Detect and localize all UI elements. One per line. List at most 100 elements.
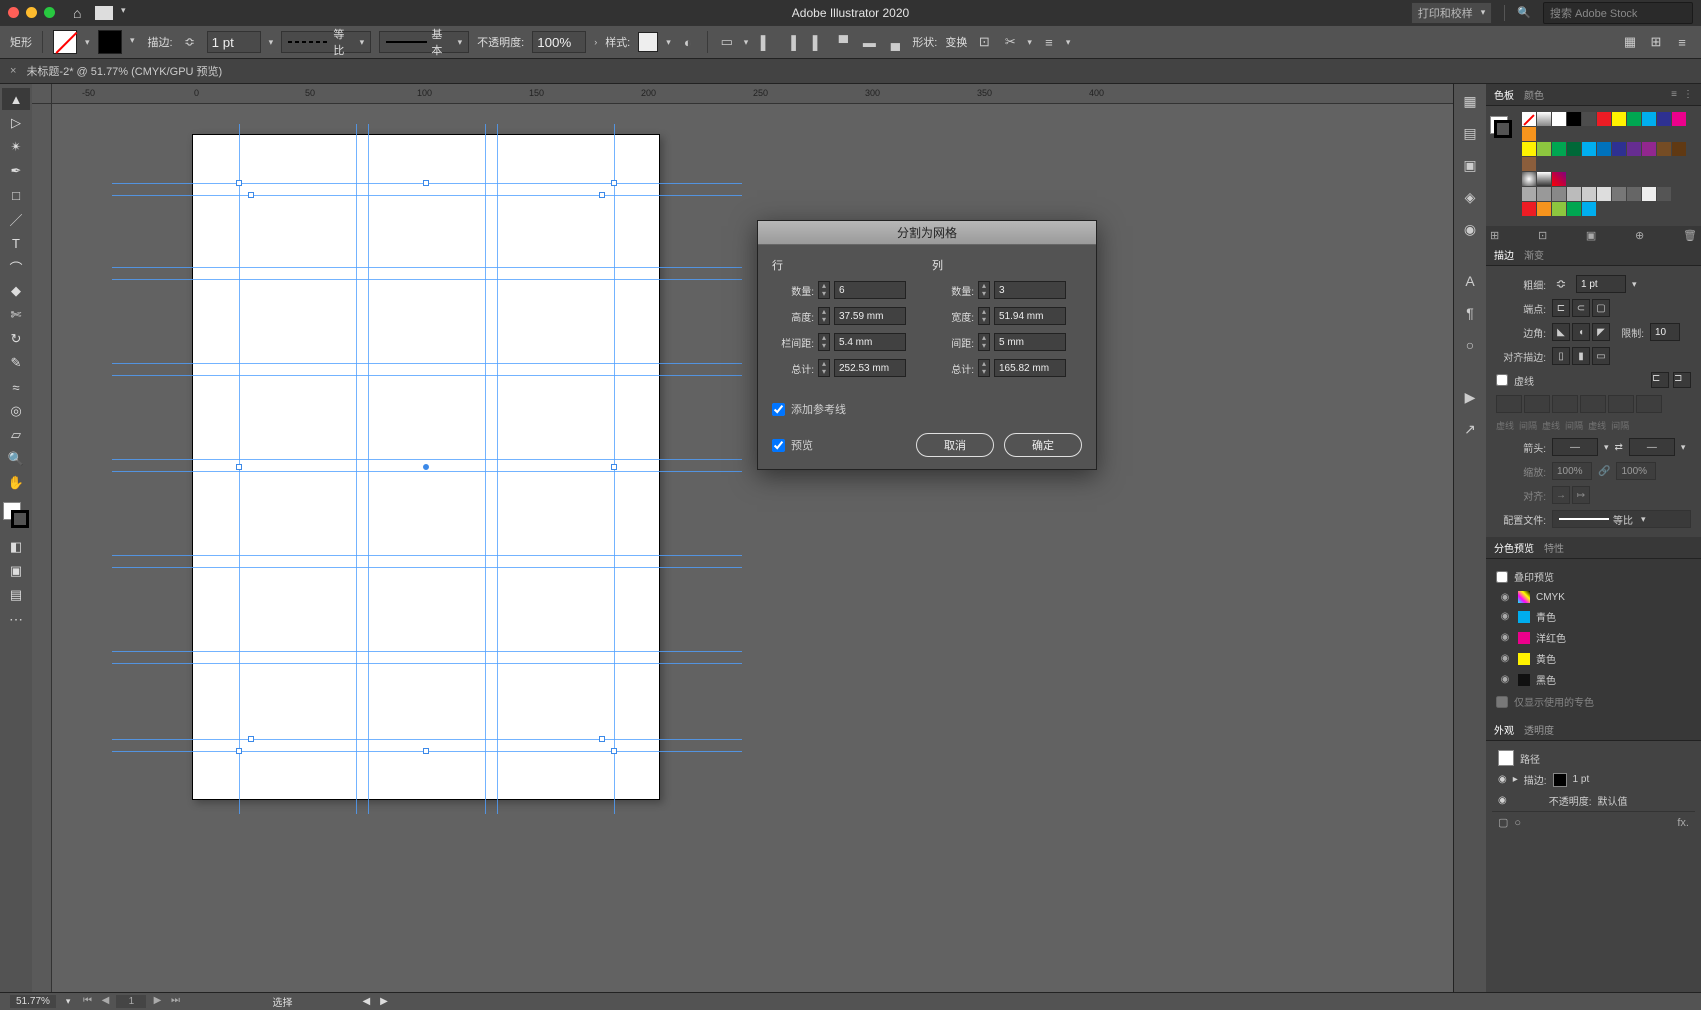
swatch[interactable] (1537, 112, 1551, 126)
cap-square[interactable]: ▢ (1592, 299, 1610, 317)
paragraph-icon[interactable]: ¶ (1461, 304, 1479, 322)
selection-tool[interactable]: ▲ (2, 88, 30, 110)
swatch[interactable] (1597, 112, 1611, 126)
align-hcenter-icon[interactable]: ▐ (782, 33, 800, 51)
cols-total-input[interactable] (994, 359, 1066, 377)
appearance-icon[interactable]: ◈ (1461, 188, 1479, 206)
rows-total-input[interactable] (834, 359, 906, 377)
libraries-icon[interactable]: ▣ (1461, 156, 1479, 174)
preview-checkbox[interactable] (772, 439, 785, 452)
zoom-tool[interactable]: 🔍 (2, 448, 30, 470)
type-tool[interactable]: T (2, 232, 30, 254)
swatch[interactable] (1657, 112, 1671, 126)
cols-gutter-input[interactable] (994, 333, 1066, 351)
stepper[interactable]: ▴▾ (978, 307, 990, 325)
canvas[interactable]: -50 0 50 100 150 200 250 300 350 400 (32, 84, 1453, 992)
crop-icon[interactable]: ✂ (1001, 33, 1019, 51)
stepper[interactable]: ▴▾ (818, 281, 830, 299)
swatch[interactable] (1612, 142, 1626, 156)
ruler-horizontal[interactable]: -50 0 50 100 150 200 250 300 350 400 (52, 84, 1453, 104)
print-proof-dropdown[interactable]: 打印和校样▾ (1411, 2, 1493, 24)
fill-swatch[interactable] (53, 30, 77, 54)
swatch[interactable] (1567, 112, 1581, 126)
tab-transparency[interactable]: 透明度 (1524, 722, 1554, 737)
tab-gradient[interactable]: 渐变 (1524, 247, 1544, 262)
close-tab-icon[interactable]: × (10, 65, 16, 77)
align-center[interactable]: ▯ (1552, 347, 1570, 365)
list-view-icon[interactable]: ≡ (1671, 89, 1677, 100)
fx-icon[interactable]: fx. (1677, 817, 1689, 829)
arrange-documents-icon[interactable] (95, 6, 113, 20)
play-icon[interactable]: ▶ (1461, 388, 1479, 406)
cols-width-input[interactable] (994, 307, 1066, 325)
recolor-icon[interactable]: ◐ (679, 33, 697, 51)
visibility-icon[interactable]: ◉ (1498, 774, 1507, 785)
rows-count-input[interactable] (834, 281, 906, 299)
stroke-profile-dropdown[interactable]: 等比▾ (281, 31, 371, 53)
snap-icon[interactable]: ⊞ (1647, 33, 1665, 51)
tab-swatches[interactable]: 色板 (1494, 87, 1514, 102)
visibility-icon[interactable]: ◉ (1498, 795, 1507, 806)
screen-mode-tool[interactable]: ▣ (2, 560, 30, 582)
artboard-number[interactable]: 1 (116, 995, 146, 1008)
align-icon[interactable]: ▭ (718, 33, 736, 51)
pen-tool[interactable]: ✒ (2, 160, 30, 182)
zoom-level[interactable]: 51.77% (10, 995, 56, 1008)
properties-icon[interactable]: ▦ (1461, 92, 1479, 110)
stepper[interactable]: ▴▾ (978, 281, 990, 299)
add-guides-checkbox[interactable] (772, 403, 785, 416)
swatch[interactable] (1627, 112, 1641, 126)
tab-attributes[interactable]: 特性 (1544, 540, 1564, 555)
join-miter[interactable]: ◣ (1552, 323, 1570, 341)
miter-limit-input[interactable] (1650, 323, 1680, 341)
swatches-panel[interactable] (1486, 106, 1701, 226)
rows-gutter-input[interactable] (834, 333, 906, 351)
swatch[interactable] (1582, 142, 1596, 156)
type-panel-icon[interactable]: A (1461, 272, 1479, 290)
brush-dropdown[interactable]: 基本▾ (379, 31, 469, 53)
cap-butt[interactable]: ⊏ (1552, 299, 1570, 317)
home-icon[interactable]: ⌂ (73, 5, 81, 21)
profile-dropdown[interactable]: 等比▾ (1552, 510, 1691, 528)
first-artboard-icon[interactable]: ⏮ (80, 995, 94, 1008)
nav-left-icon[interactable]: ◀ (362, 996, 370, 1007)
swatch[interactable] (1552, 172, 1566, 186)
swatch[interactable] (1537, 172, 1551, 186)
align-inside[interactable]: ▮ (1572, 347, 1590, 365)
align-left-icon[interactable]: ▌ (756, 33, 774, 51)
eyedropper-tool[interactable]: ✎ (2, 352, 30, 374)
draw-mode-tool[interactable]: ▤ (2, 584, 30, 606)
stroke-weight-input[interactable] (207, 31, 261, 53)
last-artboard-icon[interactable]: ⏭ (168, 995, 182, 1008)
swatch-none[interactable] (1522, 112, 1536, 126)
isolate-icon[interactable]: ⊡ (975, 33, 993, 51)
stepper[interactable]: ▴▾ (818, 307, 830, 325)
swatch[interactable] (1597, 142, 1611, 156)
align-top-icon[interactable]: ▀ (834, 33, 852, 51)
scissors-tool[interactable]: ✄ (2, 304, 30, 326)
rectangle-tool[interactable]: □ (2, 184, 30, 206)
maximize-window-button[interactable] (44, 7, 55, 18)
panel-menu-icon[interactable]: ⋮ (1683, 89, 1693, 100)
arrow-end[interactable]: — (1629, 438, 1675, 456)
stepper[interactable]: ▴▾ (818, 359, 830, 377)
stepper[interactable]: ▴▾ (978, 359, 990, 377)
layers-icon[interactable]: ▤ (1461, 124, 1479, 142)
transform-label[interactable]: 变换 (945, 34, 967, 50)
glyphs-icon[interactable]: ○ (1461, 336, 1479, 354)
arrow-start[interactable]: — (1552, 438, 1598, 456)
export-icon[interactable]: ↗ (1461, 420, 1479, 438)
artboard-tool[interactable]: ▱ (2, 424, 30, 446)
join-round[interactable]: ◖ (1572, 323, 1590, 341)
menu-icon[interactable]: ≡ (1673, 33, 1691, 51)
stepper[interactable]: ▴▾ (818, 333, 830, 351)
direct-selection-tool[interactable]: ▷ (2, 112, 30, 134)
swatch[interactable] (1582, 112, 1596, 126)
stepper[interactable]: ▴▾ (978, 333, 990, 351)
stepper-icon[interactable]: ≎ (181, 33, 199, 51)
opacity-input[interactable] (532, 31, 586, 53)
swatch[interactable] (1522, 142, 1536, 156)
tab-separation[interactable]: 分色预览 (1494, 540, 1534, 555)
close-window-button[interactable] (8, 7, 19, 18)
swatch[interactable] (1612, 112, 1626, 126)
